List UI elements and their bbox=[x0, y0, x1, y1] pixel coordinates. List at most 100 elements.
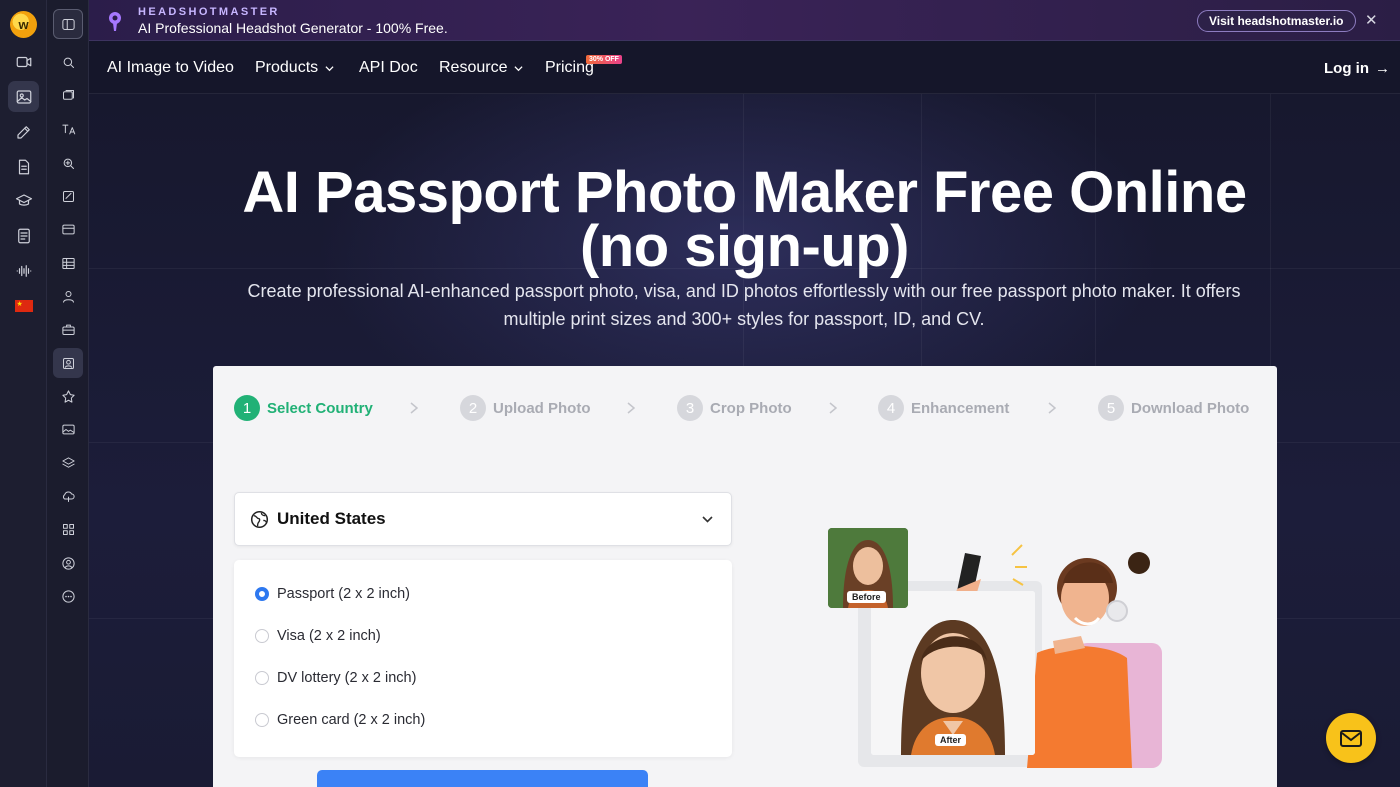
country-select[interactable]: United States bbox=[234, 492, 732, 546]
person-icon[interactable] bbox=[53, 281, 83, 311]
photo-icon[interactable] bbox=[53, 414, 83, 444]
step-number: 2 bbox=[460, 395, 486, 421]
before-after-illustration: After Before bbox=[827, 523, 1167, 773]
hero-section: AI Passport Photo Maker Free Online (no … bbox=[89, 94, 1400, 787]
option-dv-lottery[interactable]: DV lottery (2 x 2 inch) bbox=[255, 670, 416, 686]
step-crop-photo[interactable]: 3 Crop Photo bbox=[677, 395, 792, 421]
primary-sidebar: w bbox=[0, 0, 47, 787]
card-icon[interactable] bbox=[53, 214, 83, 244]
option-label: Green card (2 x 2 inch) bbox=[277, 712, 426, 728]
step-select-country[interactable]: 1 Select Country bbox=[234, 395, 373, 421]
step-label: Upload Photo bbox=[493, 399, 591, 417]
stack-icon[interactable] bbox=[53, 448, 83, 478]
arrow-right-icon: → bbox=[1375, 60, 1390, 77]
secondary-sidebar bbox=[47, 0, 89, 787]
page-title: AI Passport Photo Maker Free Online (no … bbox=[89, 164, 1400, 276]
toolbox-icon[interactable] bbox=[53, 314, 83, 344]
banner-brand: HEADSHOTMASTER bbox=[138, 6, 280, 18]
apps-icon[interactable] bbox=[53, 514, 83, 544]
step-number: 3 bbox=[677, 395, 703, 421]
step-label: Download Photo bbox=[1131, 399, 1250, 417]
notes-icon[interactable] bbox=[8, 220, 39, 251]
nav-api-doc[interactable]: API Doc bbox=[359, 59, 418, 77]
radio-button[interactable] bbox=[255, 629, 269, 643]
chevron-right-icon bbox=[1048, 402, 1057, 414]
after-photo: After bbox=[871, 591, 1035, 755]
continue-button[interactable] bbox=[317, 770, 648, 787]
user-circle-icon[interactable] bbox=[53, 548, 83, 578]
step-upload-photo[interactable]: 2 Upload Photo bbox=[460, 395, 591, 421]
promo-banner: HEADSHOTMASTER AI Professional Headshot … bbox=[89, 0, 1400, 41]
nav-resource[interactable]: Resource bbox=[439, 59, 524, 77]
nav-label: API Doc bbox=[359, 59, 418, 76]
page-title-line2: (no sign-up) bbox=[579, 214, 910, 279]
audio-wave-icon[interactable] bbox=[8, 255, 39, 286]
after-label: After bbox=[935, 734, 967, 746]
check-square-icon[interactable] bbox=[53, 181, 83, 211]
layers-icon[interactable] bbox=[53, 80, 83, 110]
option-label: Passport (2 x 2 inch) bbox=[277, 586, 410, 602]
edit-icon[interactable] bbox=[8, 116, 39, 147]
pricing-discount-badge: 30% OFF bbox=[586, 55, 622, 64]
step-enhancement[interactable]: 4 Enhancement bbox=[878, 395, 1009, 421]
graduation-icon[interactable] bbox=[8, 185, 39, 216]
nav-label: AI Image to Video bbox=[107, 59, 234, 76]
step-download-photo[interactable]: 5 Download Photo bbox=[1098, 395, 1249, 421]
search-icon[interactable] bbox=[53, 47, 83, 77]
close-icon[interactable]: ✕ bbox=[1365, 11, 1378, 29]
option-green-card[interactable]: Green card (2 x 2 inch) bbox=[255, 712, 425, 728]
top-navigation: AI Image to Video Products API Doc Resou… bbox=[89, 41, 1400, 94]
step-number: 4 bbox=[878, 395, 904, 421]
banner-tagline: AI Professional Headshot Generator - 100… bbox=[138, 20, 448, 36]
globe-icon bbox=[250, 510, 269, 529]
radio-button[interactable] bbox=[255, 671, 269, 685]
chevron-down-icon bbox=[702, 516, 713, 523]
nav-products[interactable]: Products bbox=[255, 59, 334, 77]
nav-label: Products bbox=[255, 59, 319, 76]
contact-mail-button[interactable] bbox=[1326, 713, 1376, 763]
option-label: Visa (2 x 2 inch) bbox=[277, 628, 381, 644]
nav-label: Resource bbox=[439, 59, 508, 76]
radio-button[interactable] bbox=[255, 713, 269, 727]
mail-icon bbox=[1340, 729, 1362, 747]
login-link[interactable]: Log in → bbox=[1324, 60, 1390, 77]
after-portrait-image bbox=[871, 591, 1035, 755]
visit-headshotmaster-button[interactable]: Visit headshotmaster.io bbox=[1197, 10, 1356, 32]
zoom-icon[interactable] bbox=[53, 148, 83, 178]
china-flag-icon[interactable] bbox=[8, 290, 39, 321]
table-icon[interactable] bbox=[53, 248, 83, 278]
option-passport[interactable]: Passport (2 x 2 inch) bbox=[255, 586, 410, 602]
step-label: Enhancement bbox=[911, 399, 1010, 417]
headshotmaster-logo-icon bbox=[109, 12, 121, 31]
step-number: 5 bbox=[1098, 395, 1124, 421]
app-logo[interactable]: w bbox=[10, 11, 37, 38]
chevron-down-icon bbox=[325, 65, 334, 71]
before-label: Before bbox=[847, 591, 886, 603]
login-label: Log in bbox=[1324, 60, 1369, 77]
star-icon[interactable] bbox=[53, 381, 83, 411]
chevron-down-icon bbox=[514, 65, 524, 71]
video-icon[interactable] bbox=[8, 46, 39, 77]
page-subtitle: Create professional AI-enhanced passport… bbox=[247, 281, 1241, 329]
radio-button[interactable] bbox=[255, 587, 269, 601]
option-label: DV lottery (2 x 2 inch) bbox=[277, 670, 417, 686]
document-icon[interactable] bbox=[8, 151, 39, 182]
chevron-right-icon bbox=[627, 402, 636, 414]
step-label: Select Country bbox=[267, 399, 373, 417]
more-icon[interactable] bbox=[53, 581, 83, 611]
step-number: 1 bbox=[234, 395, 260, 421]
sidebar-toggle-icon[interactable] bbox=[53, 9, 83, 39]
translate-icon[interactable] bbox=[53, 114, 83, 144]
step-label: Crop Photo bbox=[710, 399, 792, 417]
document-type-list: Passport (2 x 2 inch) Visa (2 x 2 inch) … bbox=[234, 560, 732, 757]
chevron-right-icon bbox=[829, 402, 838, 414]
before-photo: Before bbox=[828, 528, 908, 608]
portrait-icon[interactable] bbox=[53, 348, 83, 378]
image-icon[interactable] bbox=[8, 81, 39, 112]
nav-ai-image-to-video[interactable]: AI Image to Video bbox=[107, 59, 234, 77]
option-visa[interactable]: Visa (2 x 2 inch) bbox=[255, 628, 381, 644]
cloud-icon[interactable] bbox=[53, 481, 83, 511]
passport-tool-card: 1 Select Country 2 Upload Photo 3 Crop P… bbox=[213, 366, 1277, 787]
chevron-right-icon bbox=[410, 402, 419, 414]
country-select-value: United States bbox=[277, 509, 386, 528]
